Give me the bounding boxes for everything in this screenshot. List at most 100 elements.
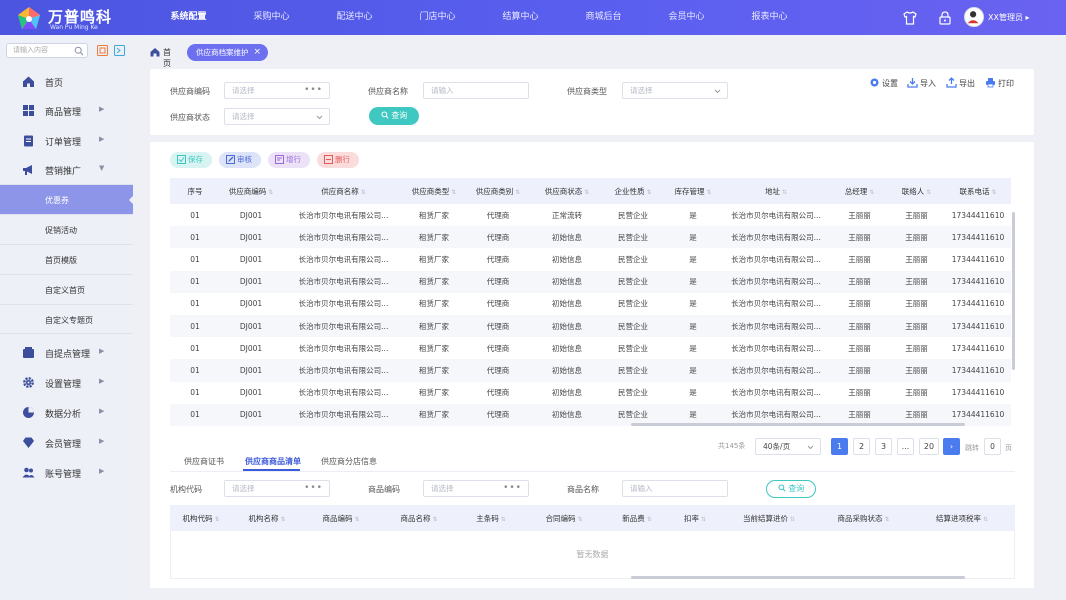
column-header[interactable]: 主条码 ⇅ xyxy=(458,505,524,531)
sort-icon[interactable]: ⇅ xyxy=(646,189,651,196)
avatar[interactable] xyxy=(964,7,984,27)
sidebar-item-accounts[interactable]: 账号管理 ▶ xyxy=(0,458,133,488)
page-button[interactable]: 3 xyxy=(875,438,892,455)
column-header[interactable]: 当前结算进价 ⇅ xyxy=(720,505,818,531)
import-button[interactable]: 导入 xyxy=(907,78,936,89)
sidebar-item-goods[interactable]: 商品管理 ▶ xyxy=(0,96,133,126)
column-header[interactable]: 供应商类别 ⇅ xyxy=(463,178,533,204)
table-row[interactable]: 01 DJ001 长治市贝尔电讯有限公司... 租赁厂家 代理商 初始信息 民营企业是长治市… xyxy=(170,270,1011,293)
sidebar-subitem-coupon[interactable]: 优惠券 xyxy=(0,184,134,214)
table-row[interactable]: 01 DJ001 长治市贝尔电讯有限公司... 租赁厂家 代理商 初始信息 民营企业是长治市… xyxy=(170,226,1011,249)
sidebar-item-members[interactable]: 会员管理 ▶ xyxy=(0,428,133,458)
breadcrumb-home[interactable]: 首页 xyxy=(163,47,171,69)
column-header[interactable]: 总经理 ⇅ xyxy=(831,178,888,204)
nav-settlement[interactable]: 结算中心 xyxy=(479,0,562,35)
sort-icon[interactable]: ⇅ xyxy=(280,516,285,523)
sort-icon[interactable]: ⇅ xyxy=(451,189,456,196)
sort-icon[interactable]: ⇅ xyxy=(647,516,652,523)
column-header[interactable]: 商品名称 ⇅ xyxy=(380,505,458,531)
sort-icon[interactable]: ⇅ xyxy=(991,189,996,196)
close-icon[interactable]: × xyxy=(253,44,261,61)
column-header[interactable]: 企业性质 ⇅ xyxy=(601,178,665,204)
sidebar-item-analytics[interactable]: 数据分析 ▶ xyxy=(0,398,133,428)
table-vertical-scrollbar[interactable] xyxy=(1012,212,1015,370)
supplier-code-field[interactable]: 请选择 ••• xyxy=(224,82,330,99)
more-icon[interactable]: ••• xyxy=(503,481,522,496)
audit-button[interactable]: 审核 xyxy=(219,152,261,168)
column-header[interactable]: 新品费 ⇅ xyxy=(604,505,670,531)
sort-icon[interactable]: ⇅ xyxy=(584,189,589,196)
collapse-icon[interactable] xyxy=(97,45,108,56)
nav-system-config[interactable]: 系统配置 xyxy=(147,0,230,35)
goods-query-button[interactable]: 查询 xyxy=(766,480,816,498)
table-row[interactable]: 01 DJ001 长治市贝尔电讯有限公司... 租赁厂家 代理商 初始信息 民营企业是长治市… xyxy=(170,337,1011,359)
sidebar-subitem-custom-home[interactable]: 自定义首页 xyxy=(0,274,133,304)
sort-icon[interactable]: ⇅ xyxy=(869,189,874,196)
tab-supplier-goods[interactable]: 供应商商品清单 xyxy=(245,456,301,467)
sort-icon[interactable]: ⇅ xyxy=(432,516,437,523)
table-row[interactable]: 01 DJ001 长治市贝尔电讯有限公司... 租赁厂家 代理商 初始信息 民营企业是长治市… xyxy=(170,248,1011,270)
sort-icon[interactable]: ⇅ xyxy=(214,516,219,523)
column-header[interactable]: 库存管理 ⇅ xyxy=(665,178,721,204)
tab-supplier-branches[interactable]: 供应商分店信息 xyxy=(321,456,377,467)
org-code-field[interactable]: 请选择 ••• xyxy=(224,480,330,497)
goods-code-field[interactable]: 请选择 ••• xyxy=(423,480,529,497)
sort-icon[interactable]: ⇅ xyxy=(701,516,706,523)
user-name[interactable]: XX管理员 ▸ xyxy=(988,12,1030,23)
sort-icon[interactable]: ⇅ xyxy=(790,516,795,523)
sort-icon[interactable]: ⇅ xyxy=(884,516,889,523)
print-button[interactable]: 打印 xyxy=(986,78,1014,89)
sidebar-subitem-home-template[interactable]: 首页模版 xyxy=(0,244,133,274)
sidebar-item-orders[interactable]: 订单管理 ▶ xyxy=(0,126,133,156)
nav-store[interactable]: 门店中心 xyxy=(396,0,479,35)
column-header[interactable]: 结算进项税率 ⇅ xyxy=(909,505,1015,531)
next-page-button[interactable]: › xyxy=(943,438,960,455)
nav-delivery[interactable]: 配送中心 xyxy=(313,0,396,35)
sidebar-item-settings[interactable]: 设置管理 ▶ xyxy=(0,368,133,398)
more-icon[interactable]: ••• xyxy=(304,83,323,98)
column-header[interactable]: 供应商类型 ⇅ xyxy=(405,178,463,204)
column-header[interactable]: 联系电话 ⇅ xyxy=(945,178,1011,204)
sort-icon[interactable]: ⇅ xyxy=(782,189,787,196)
table-row[interactable]: 01 DJ001 长治市贝尔电讯有限公司... 租赁厂家 代理商 初始信息 民营企业是长治市… xyxy=(170,382,1011,404)
sort-icon[interactable]: ⇅ xyxy=(354,516,359,523)
sidebar-search-input[interactable]: 请输入内容 xyxy=(6,43,88,58)
add-row-button[interactable]: 增行 xyxy=(268,152,310,168)
table-row[interactable]: 01 DJ001 长治市贝尔电讯有限公司... 租赁厂家 代理商 初始信息 民营企业是长治市… xyxy=(170,293,1011,315)
shirt-icon[interactable] xyxy=(902,10,918,26)
column-header[interactable]: 合同编码 ⇅ xyxy=(524,505,604,531)
column-header[interactable]: 商品采购状态 ⇅ xyxy=(818,505,909,531)
lock-icon[interactable] xyxy=(937,10,953,26)
table-horizontal-scrollbar[interactable] xyxy=(631,423,965,426)
nav-purchase[interactable]: 采购中心 xyxy=(230,0,313,35)
column-header[interactable]: 机构名称 ⇅ xyxy=(232,505,302,531)
sort-icon[interactable]: ⇅ xyxy=(983,516,988,523)
column-header[interactable]: 序号 xyxy=(170,178,220,204)
sidebar-subitem-promotion[interactable]: 促销活动 xyxy=(0,214,133,244)
sort-icon[interactable]: ⇅ xyxy=(706,189,711,196)
supplier-status-select[interactable]: 请选择 xyxy=(224,108,330,125)
supplier-name-field[interactable]: 请输入 xyxy=(423,82,529,99)
delete-row-button[interactable]: 删行 xyxy=(317,152,359,168)
table-row[interactable]: 01 DJ001 长治市贝尔电讯有限公司... 租赁厂家 代理商 初始信息 民营企业是长治市… xyxy=(170,359,1011,382)
sort-icon[interactable]: ⇅ xyxy=(577,516,582,523)
layout-icon[interactable] xyxy=(114,45,125,56)
logo[interactable]: 万普鸣科 Wan Pu Ming Ke xyxy=(16,4,136,32)
sort-icon[interactable]: ⇅ xyxy=(501,516,506,523)
sidebar-item-pickup[interactable]: 自提点管理 ▶ xyxy=(0,338,133,368)
tab-supplier-archive[interactable]: 供应商档案维护 × xyxy=(187,44,268,61)
sidebar-item-marketing[interactable]: 营销推广 ▼ xyxy=(0,155,133,185)
sort-icon[interactable]: ⇅ xyxy=(361,189,366,196)
page-button[interactable]: 20 xyxy=(919,438,939,455)
goods-name-field[interactable]: 请输入 xyxy=(622,480,728,497)
column-header[interactable]: 供应商名称 ⇅ xyxy=(282,178,405,204)
column-header[interactable]: 联络人 ⇅ xyxy=(888,178,945,204)
export-button[interactable]: 导出 xyxy=(946,77,975,89)
home-icon[interactable] xyxy=(150,47,160,57)
nav-reports[interactable]: 报表中心 xyxy=(728,0,811,35)
table-row[interactable]: 01 DJ001 长治市贝尔电讯有限公司... 租赁厂家 代理商 初始信息 民营企业是长治市… xyxy=(170,314,1011,338)
table-row[interactable]: 01 DJ001 长治市贝尔电讯有限公司... 租赁厂家 代理商 正常流转 民营企业 是 长治市… xyxy=(170,204,1011,226)
supplier-type-select[interactable]: 请选择 xyxy=(622,82,728,99)
settings-button[interactable]: 设置 xyxy=(870,78,898,89)
page-size-select[interactable]: 40条/页 xyxy=(755,438,821,455)
